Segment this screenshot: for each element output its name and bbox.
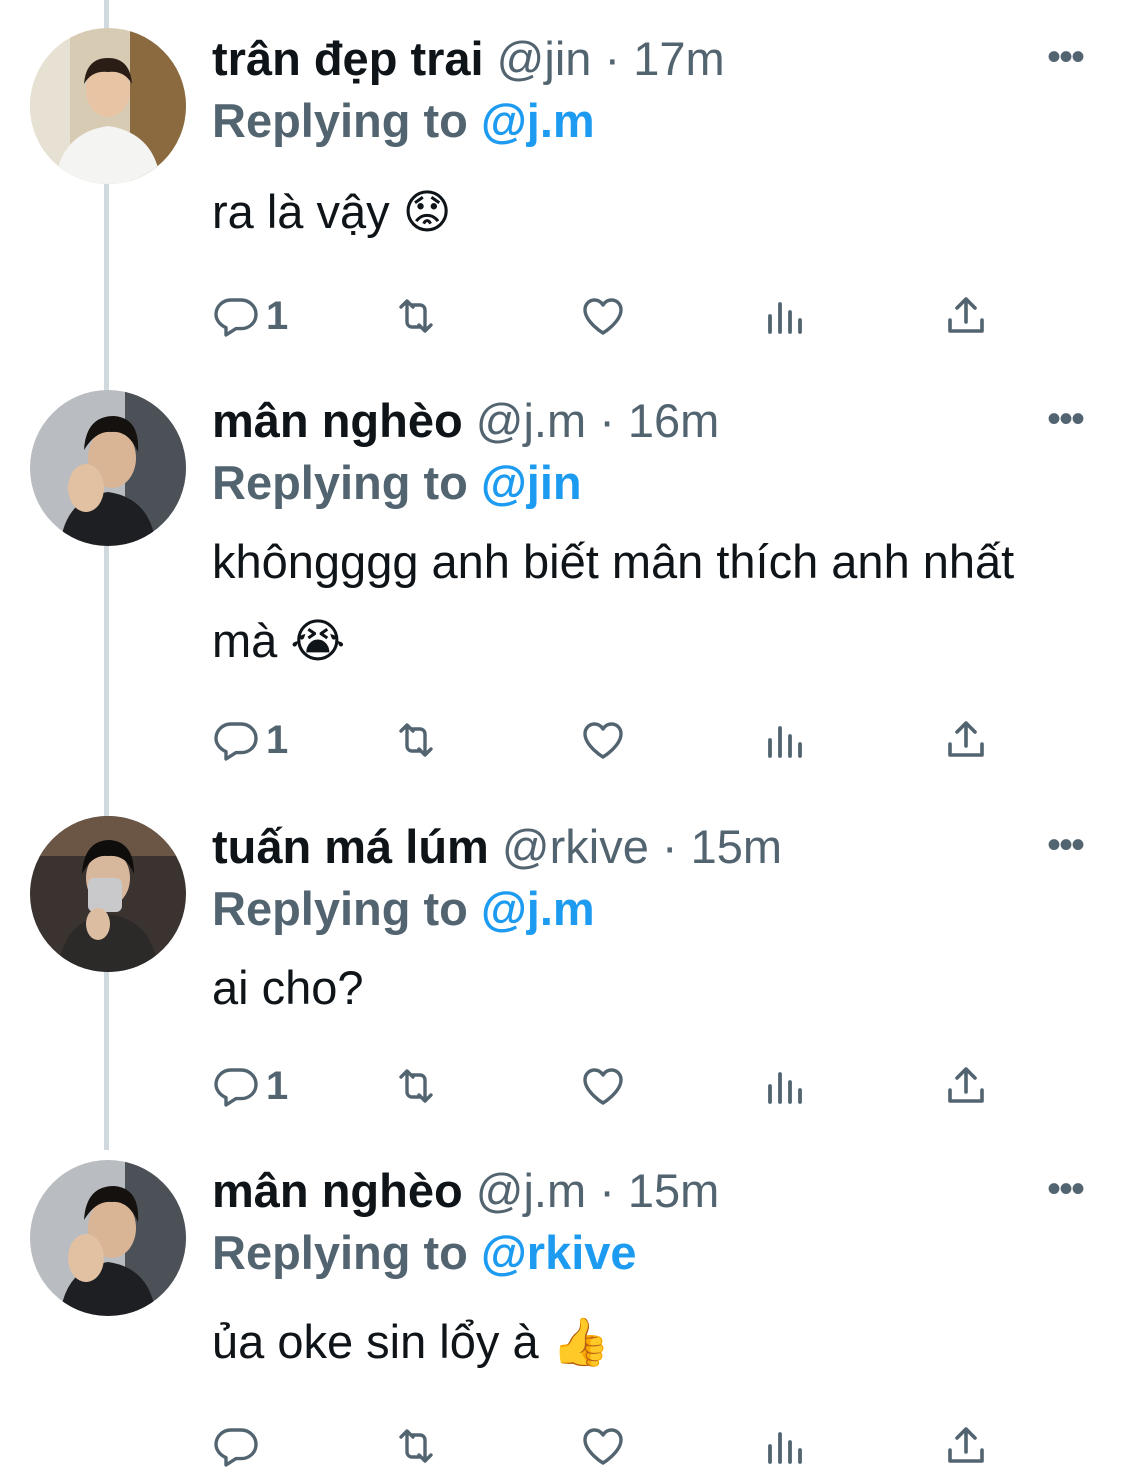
like-button[interactable]	[579, 710, 627, 770]
share-icon	[948, 721, 984, 757]
share-button[interactable]	[942, 1416, 990, 1476]
more-options-icon[interactable]: •••	[1047, 1169, 1085, 1209]
like-icon	[583, 298, 623, 335]
separator: ·	[599, 394, 615, 447]
replying-to: Replying to @rkive	[212, 1222, 1085, 1284]
share-icon	[948, 1427, 984, 1463]
user-handle[interactable]: @j.m	[476, 394, 586, 447]
user-handle[interactable]: @rkive	[502, 820, 649, 873]
reply-icon	[214, 722, 258, 761]
reply-count: 1	[266, 717, 289, 762]
avatar[interactable]	[30, 1160, 186, 1316]
timestamp[interactable]: 17m	[633, 32, 724, 85]
tweet-text: ra là vậy 😟	[212, 185, 452, 238]
replying-label: Replying to	[212, 94, 468, 147]
action-bar	[212, 1416, 1002, 1476]
reply-button[interactable]: 1	[212, 286, 288, 346]
user-handle[interactable]: @jin	[497, 32, 592, 85]
avatar[interactable]	[30, 28, 186, 184]
avatar[interactable]	[30, 390, 186, 546]
tweet-header: tuấn má lúm @rkive · 15m	[212, 816, 1085, 878]
avatar[interactable]	[30, 816, 186, 972]
mention-link[interactable]: @j.m	[481, 94, 595, 147]
mention-link[interactable]: @j.m	[481, 882, 595, 935]
timestamp[interactable]: 16m	[628, 394, 719, 447]
like-button[interactable]	[579, 1056, 627, 1116]
reply-button[interactable]: 1	[212, 1056, 288, 1116]
user-handle[interactable]: @j.m	[476, 1164, 586, 1217]
replying-label: Replying to	[212, 1226, 468, 1279]
tweet-header: trân đẹp trai @jin · 17m	[212, 28, 1085, 90]
tweet-header: mân nghèo @j.m · 15m	[212, 1160, 1085, 1222]
retweet-icon	[399, 299, 433, 333]
tweet-text: ủa oke sin lổy à 👍	[212, 1315, 611, 1368]
views-icon	[768, 1432, 802, 1464]
tweet-text: ai cho?	[212, 961, 364, 1014]
tweet-text: khôngggg anh biết mân thích anh nhất mà …	[212, 535, 1015, 667]
views-button[interactable]	[762, 1056, 810, 1116]
views-icon	[768, 726, 802, 758]
share-icon	[948, 1067, 984, 1103]
retweet-icon	[399, 723, 433, 757]
replying-to: Replying to @jin	[212, 452, 1085, 514]
like-icon	[583, 722, 623, 759]
mention-link[interactable]: @jin	[481, 456, 582, 509]
views-button[interactable]	[762, 1416, 810, 1476]
replying-label: Replying to	[212, 882, 468, 935]
share-button[interactable]	[942, 286, 990, 346]
timestamp[interactable]: 15m	[628, 1164, 719, 1217]
reply-icon	[214, 298, 258, 337]
share-button[interactable]	[942, 1056, 990, 1116]
reply-button[interactable]	[212, 1416, 260, 1476]
views-button[interactable]	[762, 710, 810, 770]
views-icon	[768, 302, 802, 334]
more-options-icon[interactable]: •••	[1047, 37, 1085, 77]
retweet-button[interactable]	[392, 286, 440, 346]
retweet-button[interactable]	[392, 1056, 440, 1116]
tweet-header: mân nghèo @j.m · 16m	[212, 390, 1085, 452]
like-icon	[583, 1428, 623, 1465]
like-button[interactable]	[579, 286, 627, 346]
display-name[interactable]: tuấn má lúm	[212, 820, 489, 873]
reply-icon	[214, 1428, 258, 1467]
reply-count: 1	[266, 1063, 289, 1108]
like-button[interactable]	[579, 1416, 627, 1476]
reply-count: 1	[266, 293, 289, 338]
share-icon	[948, 297, 984, 333]
views-icon	[768, 1072, 802, 1104]
replying-to: Replying to @j.m	[212, 90, 1085, 152]
replying-label: Replying to	[212, 456, 468, 509]
retweet-icon	[399, 1069, 433, 1103]
separator: ·	[661, 820, 678, 873]
display-name[interactable]: mân nghèo	[212, 394, 463, 447]
views-button[interactable]	[762, 286, 810, 346]
retweet-button[interactable]	[392, 710, 440, 770]
timestamp[interactable]: 15m	[691, 820, 782, 873]
retweet-button[interactable]	[392, 1416, 440, 1476]
replying-to: Replying to @j.m	[212, 878, 1085, 940]
separator: ·	[604, 32, 621, 85]
action-bar: 1	[212, 710, 1002, 770]
display-name[interactable]: mân nghèo	[212, 1164, 463, 1217]
retweet-icon	[399, 1429, 433, 1463]
action-bar: 1	[212, 286, 1002, 346]
reply-button[interactable]: 1	[212, 710, 288, 770]
more-options-icon[interactable]: •••	[1047, 825, 1085, 865]
like-icon	[583, 1068, 623, 1105]
action-bar: 1	[212, 1056, 1002, 1116]
more-options-icon[interactable]: •••	[1047, 399, 1085, 439]
display-name[interactable]: trân đẹp trai	[212, 32, 484, 85]
mention-link[interactable]: @rkive	[481, 1226, 637, 1279]
share-button[interactable]	[942, 710, 990, 770]
separator: ·	[599, 1164, 615, 1217]
reply-icon	[214, 1068, 258, 1107]
